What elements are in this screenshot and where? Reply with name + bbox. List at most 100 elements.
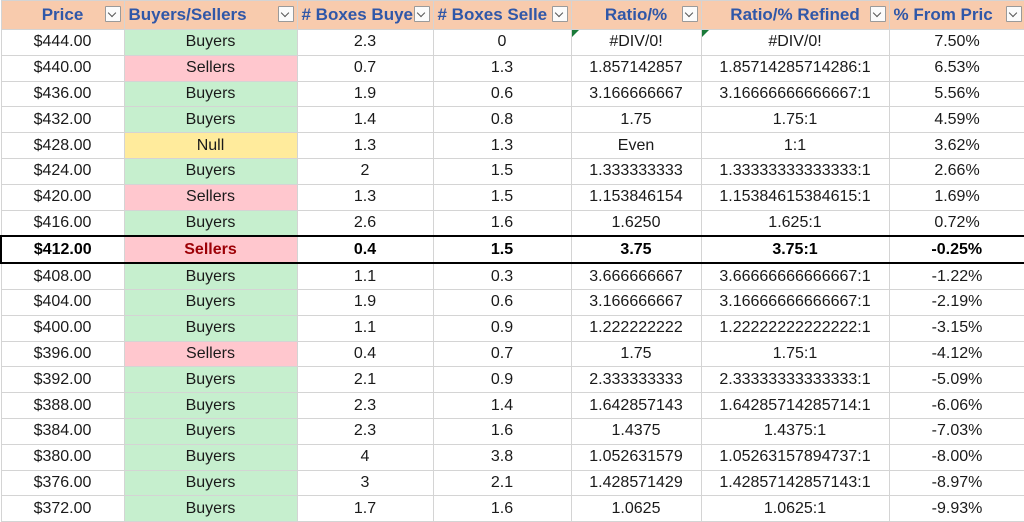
price-cell[interactable]: $420.00 xyxy=(0,183,125,211)
boxes-sellers-cell[interactable]: 0.7 xyxy=(432,340,572,368)
ratio-refined-cell[interactable]: 1.05263157894737:1 xyxy=(700,443,890,471)
ratio-cell[interactable]: Even xyxy=(570,132,702,159)
pct-from-price-cell[interactable]: 1.69% xyxy=(888,183,1024,211)
ratio-refined-cell[interactable]: 3.66666666666667:1 xyxy=(700,262,890,290)
filter-dropdown-icon[interactable] xyxy=(681,6,698,22)
boxes-sellers-cell[interactable]: 0.3 xyxy=(432,262,572,290)
boxes-buyers-cell[interactable]: 1.7 xyxy=(296,495,434,522)
ratio-cell[interactable]: 1.052631579 xyxy=(570,443,702,471)
boxes-buyers-cell[interactable]: 0.4 xyxy=(296,235,434,265)
ratio-cell[interactable]: 3.666666667 xyxy=(570,262,702,290)
buyers-sellers-cell[interactable]: Buyers xyxy=(123,80,298,108)
boxes-sellers-cell[interactable]: 1.3 xyxy=(432,54,572,82)
boxes-buyers-cell[interactable]: 2.6 xyxy=(296,209,434,237)
boxes-sellers-cell[interactable]: 0.8 xyxy=(432,106,572,134)
ratio-cell[interactable]: 3.166666667 xyxy=(570,80,702,108)
boxes-buyers-cell[interactable]: 1.3 xyxy=(296,183,434,211)
buyers-sellers-cell[interactable]: Buyers xyxy=(123,392,298,419)
boxes-buyers-cell[interactable]: 1.4 xyxy=(296,106,434,134)
ratio-cell[interactable]: 1.6250 xyxy=(570,209,702,237)
ratio-refined-cell[interactable]: 1.85714285714286:1 xyxy=(700,54,890,82)
ratio-refined-cell[interactable]: 1:1 xyxy=(700,132,890,159)
ratio-refined-cell[interactable]: 1.64285714285714:1 xyxy=(700,392,890,419)
ratio-refined-cell[interactable]: 1.75:1 xyxy=(700,340,890,368)
price-cell[interactable]: $444.00 xyxy=(0,29,125,56)
price-cell[interactable]: $392.00 xyxy=(0,366,125,394)
buyers-sellers-cell[interactable]: Sellers xyxy=(123,340,298,368)
ratio-cell[interactable]: 1.0625 xyxy=(570,495,702,522)
buyers-sellers-cell[interactable]: Buyers xyxy=(123,288,298,316)
boxes-buyers-cell[interactable]: 1.9 xyxy=(296,288,434,316)
pct-from-price-cell[interactable]: -9.93% xyxy=(888,495,1024,522)
ratio-refined-cell[interactable]: 3.16666666666667:1 xyxy=(700,80,890,108)
boxes-sellers-cell[interactable]: 0 xyxy=(432,29,572,56)
ratio-refined-cell[interactable]: 1.75:1 xyxy=(700,106,890,134)
ratio-cell[interactable]: 1.153846154 xyxy=(570,183,702,211)
buyers-sellers-cell[interactable]: Buyers xyxy=(123,157,298,185)
ratio-refined-cell[interactable]: 1.4375:1 xyxy=(700,417,890,445)
buyers-sellers-cell[interactable]: Buyers xyxy=(123,209,298,237)
boxes-buyers-cell[interactable]: 2 xyxy=(296,157,434,185)
boxes-sellers-cell[interactable]: 1.6 xyxy=(432,495,572,522)
pct-from-price-cell[interactable]: -5.09% xyxy=(888,366,1024,394)
boxes-sellers-cell[interactable]: 1.6 xyxy=(432,209,572,237)
header-ratio-refined[interactable]: Ratio/% Refined xyxy=(700,0,890,30)
ratio-cell[interactable]: 1.428571429 xyxy=(570,469,702,497)
boxes-buyers-cell[interactable]: 0.4 xyxy=(296,340,434,368)
ratio-refined-cell[interactable]: 1.22222222222222:1 xyxy=(700,314,890,342)
price-cell[interactable]: $436.00 xyxy=(0,80,125,108)
boxes-sellers-cell[interactable]: 1.5 xyxy=(432,235,572,265)
pct-from-price-cell[interactable]: -8.97% xyxy=(888,469,1024,497)
boxes-buyers-cell[interactable]: 2.3 xyxy=(296,417,434,445)
ratio-refined-cell[interactable]: 1.33333333333333:1 xyxy=(700,157,890,185)
buyers-sellers-cell[interactable]: Buyers xyxy=(123,366,298,394)
pct-from-price-cell[interactable]: 2.66% xyxy=(888,157,1024,185)
buyers-sellers-cell[interactable]: Sellers xyxy=(123,183,298,211)
pct-from-price-cell[interactable]: 5.56% xyxy=(888,80,1024,108)
boxes-buyers-cell[interactable]: 2.3 xyxy=(296,29,434,56)
header-pct-from-price[interactable]: % From Pric xyxy=(888,0,1024,30)
header-price[interactable]: Price xyxy=(0,0,125,30)
buyers-sellers-cell[interactable]: Buyers xyxy=(123,417,298,445)
price-cell[interactable]: $400.00 xyxy=(0,314,125,342)
buyers-sellers-cell[interactable]: Sellers xyxy=(123,235,298,265)
boxes-sellers-cell[interactable]: 1.3 xyxy=(432,132,572,159)
price-cell[interactable]: $412.00 xyxy=(0,235,125,265)
pct-from-price-cell[interactable]: -1.22% xyxy=(888,262,1024,290)
ratio-refined-cell[interactable]: 1.625:1 xyxy=(700,209,890,237)
buyers-sellers-cell[interactable]: Buyers xyxy=(123,106,298,134)
pct-from-price-cell[interactable]: 6.53% xyxy=(888,54,1024,82)
ratio-cell[interactable]: 1.75 xyxy=(570,106,702,134)
buyers-sellers-cell[interactable]: Buyers xyxy=(123,469,298,497)
boxes-buyers-cell[interactable]: 1.1 xyxy=(296,262,434,290)
boxes-buyers-cell[interactable]: 1.3 xyxy=(296,132,434,159)
ratio-refined-cell[interactable]: 1.42857142857143:1 xyxy=(700,469,890,497)
buyers-sellers-cell[interactable]: Buyers xyxy=(123,262,298,290)
ratio-refined-cell[interactable]: 3.75:1 xyxy=(700,235,890,265)
ratio-cell[interactable]: 3.75 xyxy=(570,235,702,265)
pct-from-price-cell[interactable]: -7.03% xyxy=(888,417,1024,445)
boxes-buyers-cell[interactable]: 1.9 xyxy=(296,80,434,108)
pct-from-price-cell[interactable]: -3.15% xyxy=(888,314,1024,342)
header-boxes-sellers[interactable]: # Boxes Selle xyxy=(432,0,572,30)
header-boxes-buyers[interactable]: # Boxes Buye xyxy=(296,0,434,30)
price-cell[interactable]: $428.00 xyxy=(0,132,125,159)
ratio-cell[interactable]: 1.333333333 xyxy=(570,157,702,185)
ratio-cell[interactable]: 3.166666667 xyxy=(570,288,702,316)
buyers-sellers-cell[interactable]: Buyers xyxy=(123,314,298,342)
boxes-buyers-cell[interactable]: 2.3 xyxy=(296,392,434,419)
filter-dropdown-icon[interactable] xyxy=(869,6,886,22)
price-cell[interactable]: $376.00 xyxy=(0,469,125,497)
pct-from-price-cell[interactable]: 7.50% xyxy=(888,29,1024,56)
boxes-sellers-cell[interactable]: 0.6 xyxy=(432,288,572,316)
filter-dropdown-icon[interactable] xyxy=(551,6,568,22)
buyers-sellers-cell[interactable]: Buyers xyxy=(123,29,298,56)
pct-from-price-cell[interactable]: -8.00% xyxy=(888,443,1024,471)
ratio-refined-cell[interactable]: 3.16666666666667:1 xyxy=(700,288,890,316)
ratio-cell[interactable]: 1.642857143 xyxy=(570,392,702,419)
header-buyers-sellers[interactable]: Buyers/Sellers xyxy=(123,0,298,30)
filter-dropdown-icon[interactable] xyxy=(1005,6,1022,22)
ratio-cell[interactable]: 1.4375 xyxy=(570,417,702,445)
price-cell[interactable]: $432.00 xyxy=(0,106,125,134)
filter-dropdown-icon[interactable] xyxy=(413,6,430,22)
